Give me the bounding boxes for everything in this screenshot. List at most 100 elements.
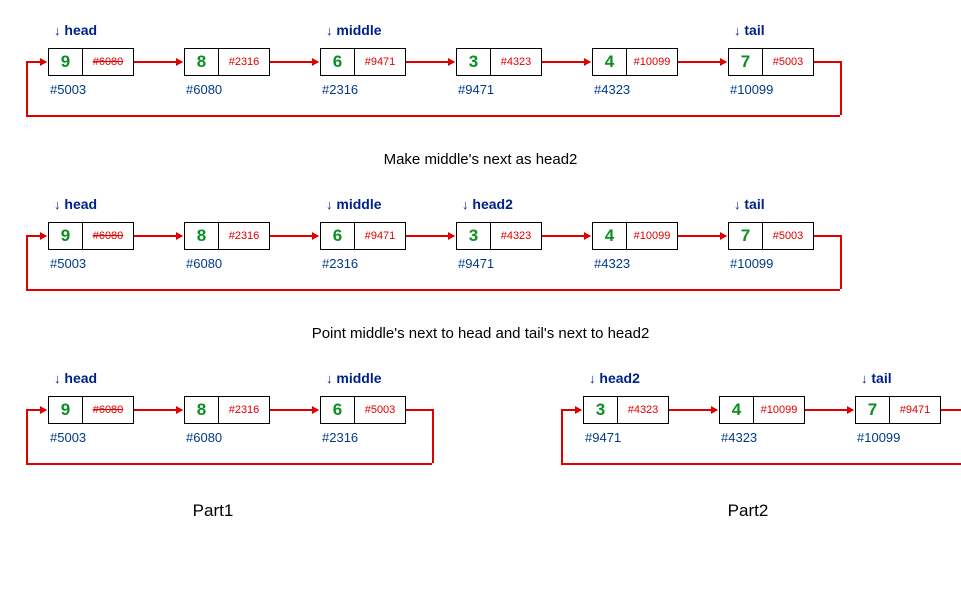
part1-label: Part1 xyxy=(20,501,406,521)
part1-node-2: ↓ middle6#5003#2316 xyxy=(320,396,406,445)
node-value: 9 xyxy=(49,223,83,249)
pointer-label-middle: ↓ middle xyxy=(326,196,382,212)
node-value: 6 xyxy=(321,397,355,423)
down-arrow-icon: ↓ xyxy=(861,371,868,386)
node-address: #5003 xyxy=(48,82,134,97)
node-next-address: #10099 xyxy=(627,223,677,249)
pointer-label-tail: ↓ tail xyxy=(861,370,892,386)
node-address: #10099 xyxy=(728,256,814,271)
pointer-label-tail: ↓ tail xyxy=(734,22,765,38)
node-value: 8 xyxy=(185,223,219,249)
down-arrow-icon: ↓ xyxy=(54,197,61,212)
connector-line xyxy=(432,409,434,463)
list-node: 6#5003 xyxy=(320,396,406,424)
node-address: #5003 xyxy=(48,256,134,271)
arrow-icon xyxy=(270,61,318,63)
node-next-address: #2316 xyxy=(219,49,269,75)
node-address: #4323 xyxy=(592,256,678,271)
node-value: 3 xyxy=(584,397,618,423)
node-value: 7 xyxy=(856,397,890,423)
arrow-icon xyxy=(406,61,454,63)
stage1-node-2: ↓ middle6#9471#2316 xyxy=(320,48,406,97)
list-node: 7#9471 xyxy=(855,396,941,424)
connector-line xyxy=(26,463,432,465)
node-address: #2316 xyxy=(320,256,406,271)
part1-node-0: ↓ head9#6080#5003 xyxy=(48,396,134,445)
node-value: 8 xyxy=(185,397,219,423)
list-node: 9#6080 xyxy=(48,48,134,76)
stage2-node-1: 8#2316 #6080 xyxy=(184,222,270,271)
arrow-icon xyxy=(561,409,581,411)
list-node: 7#5003 xyxy=(728,222,814,250)
node-next-address: #5003 xyxy=(763,49,813,75)
down-arrow-icon: ↓ xyxy=(54,371,61,386)
down-arrow-icon: ↓ xyxy=(589,371,596,386)
list-node: 9#6080 xyxy=(48,222,134,250)
node-value: 3 xyxy=(457,49,491,75)
connector-line xyxy=(26,409,28,463)
node-address: #4323 xyxy=(592,82,678,97)
node-next-address: #9471 xyxy=(355,49,405,75)
node-address: #9471 xyxy=(456,82,542,97)
connector-line xyxy=(561,409,563,463)
stage1-node-1: 8#2316#6080 xyxy=(184,48,270,97)
node-value: 9 xyxy=(49,49,83,75)
connector-line xyxy=(26,235,28,289)
arrow-icon xyxy=(134,409,182,411)
arrow-icon xyxy=(26,235,46,237)
node-next-address: #4323 xyxy=(491,223,541,249)
node-address: #2316 xyxy=(320,430,406,445)
caption-stage-2: Point middle's next to head and tail's n… xyxy=(20,325,941,342)
node-next-address: #10099 xyxy=(754,397,804,423)
arrow-icon xyxy=(678,61,726,63)
list-node: 6#9471 xyxy=(320,222,406,250)
node-address: #6080 xyxy=(184,430,270,445)
node-address: #4323 xyxy=(719,430,805,445)
node-value: 4 xyxy=(593,49,627,75)
down-arrow-icon: ↓ xyxy=(54,23,61,38)
arrow-icon xyxy=(270,235,318,237)
pointer-label-head: ↓ head xyxy=(54,196,97,212)
node-address: #9471 xyxy=(583,430,669,445)
stage-2: ↓ head9#6080#50038#2316#6080↓ middle6#94… xyxy=(20,194,941,307)
stage-1: ↓ head9#6080#50038#2316#6080↓ middle6#94… xyxy=(20,20,941,133)
node-address: #6080 xyxy=(184,256,270,271)
arrow-icon xyxy=(669,409,717,411)
connector-line xyxy=(814,61,840,63)
node-value: 6 xyxy=(321,49,355,75)
arrow-icon xyxy=(542,235,590,237)
node-next-address: #6080 xyxy=(83,397,133,423)
down-arrow-icon: ↓ xyxy=(462,197,469,212)
down-arrow-icon: ↓ xyxy=(734,23,741,38)
node-value: 7 xyxy=(729,223,763,249)
arrow-icon xyxy=(406,235,454,237)
node-value: 4 xyxy=(593,223,627,249)
pointer-label-head: ↓ head xyxy=(54,370,97,386)
stage1-node-0: ↓ head9#6080#5003 xyxy=(48,48,134,97)
connector-line xyxy=(561,463,961,465)
connector-line xyxy=(941,409,961,411)
node-address: #9471 xyxy=(456,256,542,271)
node-address: #6080 xyxy=(184,82,270,97)
node-next-address: #10099 xyxy=(627,49,677,75)
parts-row: ↓ head9#6080#50038#2316#6080↓ middle6#50… xyxy=(20,368,941,521)
node-value: 3 xyxy=(457,223,491,249)
node-value: 9 xyxy=(49,397,83,423)
stage2-node-2: ↓ middle6#9471#2316 xyxy=(320,222,406,271)
stage2-node-4: 4#10099 #4323 xyxy=(592,222,678,271)
down-arrow-icon: ↓ xyxy=(326,197,333,212)
pointer-label-head2: ↓ head2 xyxy=(462,196,513,212)
list-node: 8#2316 xyxy=(184,222,270,250)
node-value: 6 xyxy=(321,223,355,249)
pointer-label-head: ↓ head xyxy=(54,22,97,38)
connector-line xyxy=(840,235,842,289)
stage1-node-3: 3#4323 #9471 xyxy=(456,48,542,97)
list-node: 8#2316 xyxy=(184,396,270,424)
arrow-icon xyxy=(805,409,853,411)
node-next-address: #6080 xyxy=(83,223,133,249)
list-node: 3#4323 xyxy=(456,48,542,76)
stage1-node-4: 4#10099 #4323 xyxy=(592,48,678,97)
part2-stage: ↓ head23#4323#94714#10099#4323↓ tail7#94… xyxy=(555,368,941,481)
stage2-node-5: ↓ tail7#5003#10099 xyxy=(728,222,814,271)
node-next-address: #4323 xyxy=(618,397,668,423)
